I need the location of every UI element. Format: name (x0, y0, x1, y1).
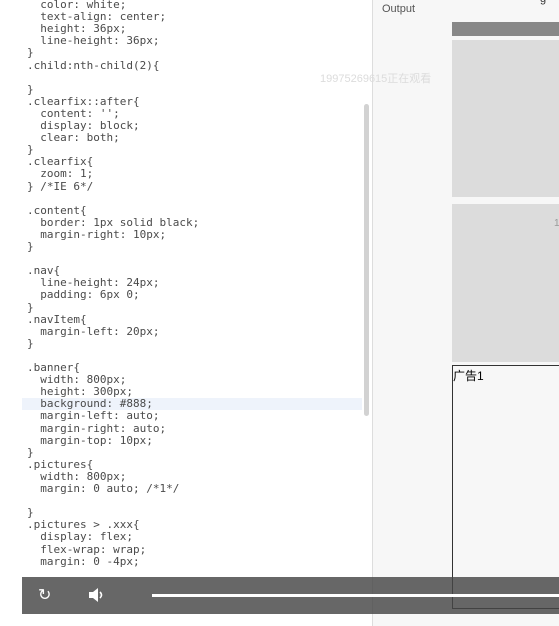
code-line[interactable]: line-height: 36px; (27, 35, 362, 47)
preview-ad-label: 广告1 (453, 369, 484, 383)
code-line[interactable]: margin-left: auto; (27, 410, 362, 422)
code-line[interactable]: .navItem{ (27, 313, 362, 326)
preview-ad-box (452, 365, 559, 609)
output-label: Output (382, 3, 416, 15)
preview-box-mark: 1 (554, 218, 559, 229)
code-line[interactable]: .pictures{ (27, 458, 362, 471)
code-line[interactable] (27, 495, 362, 507)
code-line[interactable]: margin: 0 -4px; (27, 555, 362, 568)
progress-fill (152, 594, 559, 597)
progress-bar[interactable] (152, 594, 559, 597)
code-line[interactable]: clear: both; (27, 132, 362, 144)
code-line[interactable]: margin-right: 10px; (27, 228, 362, 241)
code-line[interactable] (27, 193, 362, 205)
code-editor[interactable]: color: white; text-align: center; height… (0, 0, 362, 626)
video-controls: ↻ (22, 577, 559, 614)
preview-nav-bar (452, 22, 559, 36)
volume-icon[interactable] (88, 587, 106, 606)
code-line[interactable]: .child:nth-child(2){ (27, 59, 362, 72)
code-line[interactable]: border: 1px solid black; (27, 216, 362, 229)
code-line[interactable]: display: flex; (27, 531, 362, 543)
code-line[interactable]: margin: 0 auto; /*1*/ (27, 483, 362, 495)
code-line[interactable]: flex-wrap: wrap; (27, 543, 362, 556)
code-line[interactable] (27, 253, 362, 265)
code-line[interactable]: } (27, 83, 362, 96)
code-line[interactable]: } (27, 446, 362, 459)
code-line[interactable]: padding: 6px 0; (27, 289, 362, 301)
preview-top-glyph: g (540, 0, 546, 5)
editor-scrollbar[interactable] (364, 104, 369, 416)
code-line[interactable]: margin-left: 20px; (27, 325, 362, 338)
replay-icon[interactable]: ↻ (38, 587, 51, 603)
code-line[interactable]: } (27, 337, 362, 350)
code-line[interactable]: } (27, 47, 362, 59)
code-line[interactable] (27, 72, 362, 84)
preview-picture-box (452, 204, 559, 362)
code-line[interactable]: } (27, 301, 362, 314)
code-line[interactable]: .clearfix::after{ (27, 95, 362, 108)
code-line[interactable]: zoom: 1; (27, 168, 362, 180)
viewer-watermark: 19975269615正在观看 (320, 73, 432, 85)
preview-banner-box (452, 40, 559, 197)
code-line[interactable]: .content{ (27, 204, 362, 217)
code-line[interactable]: margin-top: 10px; (27, 434, 362, 447)
code-line[interactable]: margin-right: auto; (27, 422, 362, 435)
code-line[interactable]: } /*IE 6*/ (27, 180, 362, 193)
code-line[interactable]: } (27, 241, 362, 253)
